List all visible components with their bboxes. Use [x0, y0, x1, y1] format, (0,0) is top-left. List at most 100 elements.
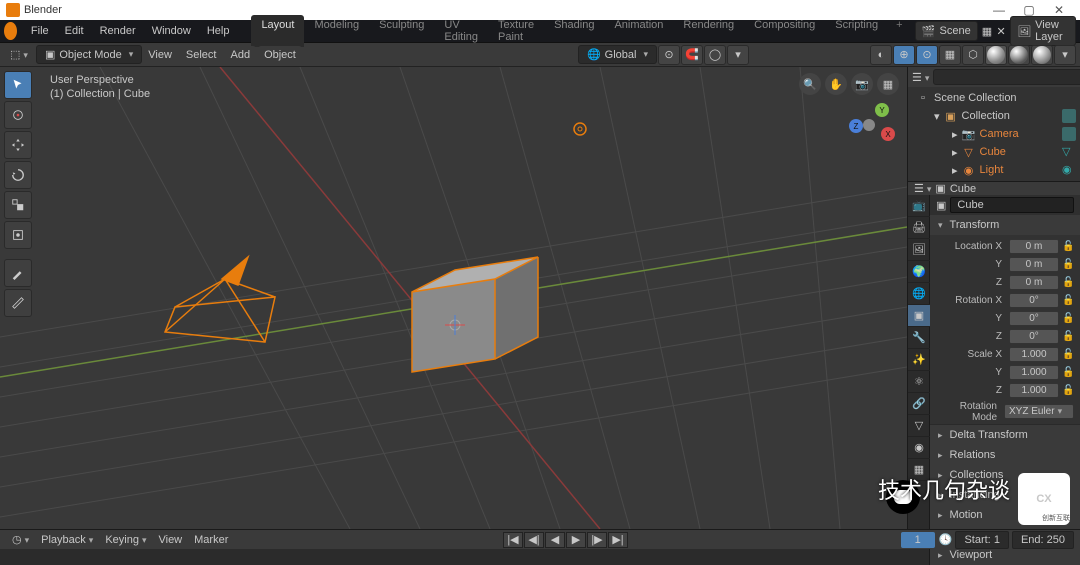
proportional-icon[interactable]: ◯ [704, 45, 726, 65]
outliner-type-icon[interactable]: ☰ [912, 71, 929, 84]
loc-x-field[interactable]: 0 m [1009, 239, 1059, 254]
tab-texpaint[interactable]: Texture Paint [488, 15, 544, 47]
add-workspace-button[interactable]: + [888, 15, 910, 47]
menu-render[interactable]: Render [92, 22, 144, 40]
visibility-badge[interactable] [1062, 109, 1076, 123]
measure-tool[interactable] [4, 289, 32, 317]
tab-layout[interactable]: Layout [251, 15, 304, 47]
close-button[interactable]: ✕ [1044, 3, 1074, 17]
overlays-icon[interactable]: ◐ [870, 45, 892, 65]
relations-panel[interactable]: Relations [930, 445, 1080, 465]
tree-collection[interactable]: ▾ ▣ Collection [912, 107, 1076, 125]
tree-scene-collection[interactable]: ▫ Scene Collection [912, 89, 1076, 107]
collections-panel[interactable]: Collections [930, 465, 1080, 485]
rendered-shading-icon[interactable] [1031, 45, 1053, 65]
instancing-panel[interactable]: Instancing [930, 485, 1080, 505]
tab-sculpting[interactable]: Sculpting [369, 15, 434, 47]
jump-end-icon[interactable]: ▶| [608, 532, 628, 548]
rot-z-field[interactable]: 0° [1009, 329, 1059, 344]
outliner-search-input[interactable] [933, 69, 1080, 85]
ptab-object-icon[interactable]: ▣ [908, 305, 930, 327]
scale-y-field[interactable]: 1.000 [1009, 365, 1059, 380]
jump-start-icon[interactable]: |◀ [503, 532, 523, 548]
gizmo-dd-icon[interactable]: ▾ [727, 45, 749, 65]
transform-panel-header[interactable]: Transform [930, 215, 1080, 235]
tree-item-light[interactable]: ▸ ◉ Light ◉ [912, 161, 1076, 179]
ptab-output-icon[interactable]: 🖨 [908, 217, 930, 239]
menu-edit[interactable]: Edit [57, 22, 92, 40]
scene-selector[interactable]: 🎬 Scene [915, 21, 978, 41]
rot-x-field[interactable]: 0° [1009, 293, 1059, 308]
play-icon[interactable]: ▶ [566, 532, 586, 548]
editor-type-icon[interactable]: ⬚ [4, 45, 34, 64]
lock-icon[interactable]: 🔓 [1062, 241, 1074, 252]
playback-menu[interactable]: Playback [35, 532, 99, 548]
ptab-constraint-icon[interactable]: 🔗 [908, 393, 930, 415]
solid-shading-icon[interactable] [985, 45, 1007, 65]
transform-tool[interactable] [4, 221, 32, 249]
cursor-tool[interactable] [4, 101, 32, 129]
tab-animation[interactable]: Animation [604, 15, 673, 47]
snap-icon[interactable]: 🧲 [681, 45, 703, 65]
object-name-field[interactable]: Cube [950, 197, 1074, 213]
viewlayer-selector[interactable]: 🖼 View Layer [1010, 16, 1076, 46]
props-type-icon[interactable]: ☰ [914, 182, 931, 195]
xray-icon[interactable]: ▦ [939, 45, 961, 65]
tab-uv[interactable]: UV Editing [434, 15, 488, 47]
matpreview-shading-icon[interactable] [1008, 45, 1030, 65]
play-rev-icon[interactable]: ◀ [545, 532, 565, 548]
cam-badge[interactable] [1062, 127, 1076, 141]
keying-menu[interactable]: Keying [99, 532, 152, 548]
cube-badge[interactable]: ▽ [1062, 145, 1076, 159]
prev-key-icon[interactable]: ◀| [524, 532, 544, 548]
show-gizmo-icon[interactable]: ⊕ [893, 45, 915, 65]
rotate-tool[interactable] [4, 161, 32, 189]
marker-menu[interactable]: Marker [188, 532, 234, 548]
annotate-tool[interactable] [4, 259, 32, 287]
3d-viewport[interactable]: User Perspective (1) Collection | Cube 🔍… [0, 67, 907, 529]
header-object[interactable]: Object [258, 46, 302, 64]
header-view[interactable]: View [142, 46, 178, 64]
light-badge[interactable]: ◉ [1062, 163, 1076, 177]
ptab-physics-icon[interactable]: ⚛ [908, 371, 930, 393]
delta-panel[interactable]: Delta Transform [930, 425, 1080, 445]
loc-y-field[interactable]: 0 m [1009, 257, 1059, 272]
minimize-button[interactable]: — [984, 3, 1014, 17]
tree-item-cube[interactable]: ▸ ▽ Cube ▽ [912, 143, 1076, 161]
orientation-dropdown[interactable]: 🌐 Global [578, 45, 657, 64]
zoom-icon[interactable]: 🔍 [799, 73, 821, 95]
scale-z-field[interactable]: 1.000 [1009, 383, 1059, 398]
next-key-icon[interactable]: |▶ [587, 532, 607, 548]
loc-z-field[interactable]: 0 m [1009, 275, 1059, 290]
ptab-texture-icon[interactable]: ▦ [908, 459, 930, 481]
axis-z-icon[interactable]: Z [849, 119, 863, 133]
header-select[interactable]: Select [180, 46, 223, 64]
current-frame-field[interactable]: 1 [901, 532, 935, 548]
wireframe-shading-icon[interactable]: ⬡ [962, 45, 984, 65]
scale-x-field[interactable]: 1.000 [1009, 347, 1059, 362]
ptab-scene-icon[interactable]: 🌍 [908, 261, 930, 283]
rot-y-field[interactable]: 0° [1009, 311, 1059, 326]
menu-window[interactable]: Window [144, 22, 199, 40]
ptab-particle-icon[interactable]: ✨ [908, 349, 930, 371]
scene-browse-icon[interactable]: ▦ [982, 24, 992, 38]
end-frame[interactable]: End: 250 [1012, 531, 1074, 549]
tab-rendering[interactable]: Rendering [673, 15, 744, 47]
ptab-material-icon[interactable]: ◉ [908, 437, 930, 459]
move-tool[interactable] [4, 131, 32, 159]
tab-compositing[interactable]: Compositing [744, 15, 825, 47]
maximize-button[interactable]: ▢ [1014, 3, 1044, 17]
tree-item-camera[interactable]: ▸ 📷 Camera [912, 125, 1076, 143]
ptab-render-icon[interactable]: 📺 [908, 195, 930, 217]
axis-x-icon[interactable]: X [881, 127, 895, 141]
ptab-world-icon[interactable]: 🌐 [908, 283, 930, 305]
tab-scripting[interactable]: Scripting [825, 15, 888, 47]
mode-dropdown[interactable]: ▣ Object Mode [36, 45, 142, 64]
scale-tool[interactable] [4, 191, 32, 219]
timeline-type-icon[interactable]: ◷ [6, 531, 35, 548]
orientation-gizmo[interactable]: X Y Z [845, 101, 893, 149]
menu-file[interactable]: File [23, 22, 57, 40]
header-add[interactable]: Add [224, 46, 256, 64]
axis-y-icon[interactable]: Y [875, 103, 889, 117]
sync-icon[interactable]: 🕓 [939, 533, 953, 546]
